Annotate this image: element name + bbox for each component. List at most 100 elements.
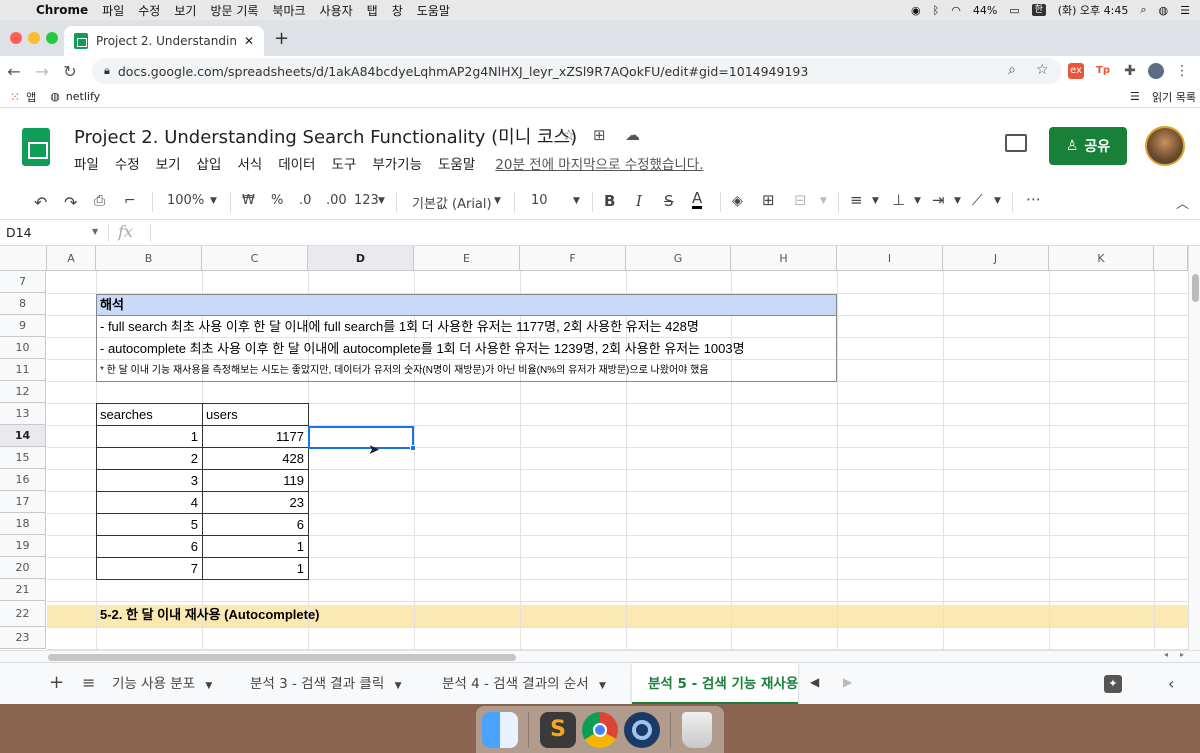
- table-header-searches[interactable]: searches: [97, 404, 201, 425]
- scroll-tabs-left-icon[interactable]: ◀: [810, 675, 819, 689]
- table-cell-searches[interactable]: 7: [97, 558, 201, 579]
- add-sheet-icon[interactable]: +: [49, 672, 64, 693]
- account-avatar[interactable]: [1145, 126, 1185, 166]
- horizontal-align-icon[interactable]: ≡: [850, 191, 863, 209]
- extension-ex-icon[interactable]: ex: [1068, 63, 1084, 79]
- quicktime-icon[interactable]: [624, 712, 660, 748]
- docs-menu-tools[interactable]: 도구: [331, 153, 356, 173]
- docs-menu-help[interactable]: 도움말: [438, 153, 475, 173]
- row-header-21[interactable]: 21: [0, 579, 46, 601]
- trash-icon[interactable]: [682, 712, 712, 748]
- column-header-h[interactable]: H: [731, 246, 837, 271]
- table-cell-users[interactable]: 1177: [203, 426, 307, 447]
- input-method-indicator[interactable]: 한: [1031, 4, 1046, 16]
- table-cell-searches[interactable]: 3: [97, 470, 201, 491]
- zoom-dropdown-icon[interactable]: ▼: [210, 196, 217, 206]
- extensions-puzzle-icon[interactable]: ✚: [1122, 63, 1138, 79]
- column-header-b[interactable]: B: [96, 246, 202, 271]
- omnibox[interactable]: 🔒︎ docs.google.com/spreadsheets/d/1akA84…: [92, 58, 1062, 84]
- comment-history-icon[interactable]: [1005, 134, 1027, 152]
- all-sheets-icon[interactable]: ≡: [82, 673, 95, 692]
- row-header-22[interactable]: 22: [0, 601, 46, 627]
- chrome-icon[interactable]: [582, 712, 618, 748]
- bold-button[interactable]: B: [604, 192, 615, 210]
- paint-format-icon[interactable]: ⌐: [124, 193, 136, 209]
- back-button[interactable]: ←: [0, 62, 28, 81]
- forward-button[interactable]: →: [28, 62, 56, 81]
- select-all-corner[interactable]: [0, 246, 47, 271]
- menu-view[interactable]: 보기: [174, 2, 196, 19]
- profile-avatar[interactable]: [1148, 63, 1164, 79]
- table-cell-searches[interactable]: 1: [97, 426, 201, 447]
- italic-button[interactable]: I: [636, 192, 642, 210]
- table-cell-users[interactable]: 1: [203, 536, 307, 557]
- reading-list-icon[interactable]: ☰: [1130, 90, 1140, 103]
- row-header-18[interactable]: 18: [0, 513, 46, 535]
- row-header-17[interactable]: 17: [0, 491, 46, 513]
- text-rotation-dropdown-icon[interactable]: ▼: [994, 196, 1001, 206]
- close-tab-icon[interactable]: ✕: [244, 34, 254, 48]
- row-header-13[interactable]: 13: [0, 403, 46, 425]
- sheet-tab-dropdown-icon[interactable]: ▼: [599, 681, 606, 691]
- star-icon[interactable]: ☆: [562, 126, 575, 144]
- new-tab-button[interactable]: +: [274, 28, 289, 49]
- note-line-2[interactable]: - autocomplete 최초 사용 이후 한 달 이내에 autocomp…: [97, 338, 835, 359]
- finder-icon[interactable]: [482, 712, 518, 748]
- record-icon[interactable]: ◉: [911, 4, 921, 17]
- redo-icon[interactable]: ↷: [64, 193, 77, 212]
- row-header-11[interactable]: 11: [0, 359, 46, 381]
- menu-edit[interactable]: 수정: [138, 2, 160, 19]
- strikethrough-button[interactable]: S: [664, 192, 674, 210]
- text-wrap-dropdown-icon[interactable]: ▼: [954, 196, 961, 206]
- scroll-left-icon[interactable]: ◂: [1164, 650, 1168, 659]
- note-line-3[interactable]: * 한 달 이내 기능 재사용을 측정해보는 시도는 좋았지만, 데이터가 유저…: [97, 360, 835, 381]
- horizontal-align-dropdown-icon[interactable]: ▼: [872, 196, 879, 206]
- column-header-e[interactable]: E: [414, 246, 520, 271]
- docs-menu-edit[interactable]: 수정: [115, 153, 140, 173]
- decrease-decimal-button[interactable]: .0: [299, 193, 311, 208]
- move-folder-icon[interactable]: ⊞: [593, 126, 606, 144]
- column-header-a[interactable]: A: [47, 246, 96, 271]
- siri-icon[interactable]: ◍: [1159, 4, 1169, 17]
- section-title[interactable]: 5-2. 한 달 이내 재사용 (Autocomplete): [97, 604, 323, 625]
- scroll-right-icon[interactable]: ▸: [1180, 650, 1184, 659]
- reading-list[interactable]: 읽기 목록: [1152, 89, 1196, 105]
- document-title[interactable]: Project 2. Understanding Search Function…: [74, 123, 577, 149]
- spreadsheet-grid[interactable]: A B C D E F G H I J K 7 8 9 10 11 12 13 …: [0, 246, 1188, 650]
- increase-decimal-button[interactable]: .00: [326, 193, 347, 208]
- sheet-tab-dropdown-icon[interactable]: ▼: [205, 681, 212, 691]
- extension-tp-icon[interactable]: Tp: [1095, 63, 1111, 79]
- row-header-19[interactable]: 19: [0, 535, 46, 557]
- table-cell-users[interactable]: 428: [203, 448, 307, 469]
- control-center-icon[interactable]: ☰: [1180, 4, 1190, 17]
- menu-tab[interactable]: 탭: [367, 2, 378, 19]
- scroll-tabs-right-icon[interactable]: ▶: [843, 675, 852, 689]
- percent-format-button[interactable]: %: [271, 193, 283, 208]
- spotlight-icon[interactable]: ⌕: [1140, 3, 1146, 17]
- reload-button[interactable]: ↻: [56, 62, 84, 81]
- menu-history[interactable]: 방문 기록: [210, 2, 258, 19]
- table-cell-users[interactable]: 119: [203, 470, 307, 491]
- battery-icon[interactable]: ▭: [1009, 4, 1019, 17]
- share-button[interactable]: ♙ 공유: [1049, 127, 1127, 165]
- vertical-scrollbar[interactable]: [1188, 246, 1200, 650]
- menu-help[interactable]: 도움말: [417, 2, 450, 19]
- horizontal-scrollbar[interactable]: ◂ ▸: [0, 650, 1200, 662]
- font-size-select[interactable]: 10: [531, 193, 548, 208]
- column-header-c[interactable]: C: [202, 246, 308, 271]
- row-header-7[interactable]: 7: [0, 271, 46, 293]
- borders-icon[interactable]: ⊞: [762, 191, 775, 209]
- fill-handle[interactable]: [410, 445, 416, 451]
- row-header-8[interactable]: 8: [0, 293, 46, 315]
- row-header-23[interactable]: 23: [0, 627, 46, 649]
- wifi-icon[interactable]: ◠: [951, 4, 961, 17]
- row-header-15[interactable]: 15: [0, 447, 46, 469]
- sheet-tab[interactable]: 기능 사용 분포 ▼: [112, 663, 212, 705]
- sheets-home-icon[interactable]: [22, 128, 50, 166]
- table-cell-searches[interactable]: 2: [97, 448, 201, 469]
- docs-menu-format[interactable]: 서식: [237, 153, 262, 173]
- table-cell-users[interactable]: 6: [203, 514, 307, 535]
- menu-bookmarks[interactable]: 북마크: [272, 2, 305, 19]
- more-formats-button[interactable]: 123: [354, 193, 379, 208]
- vertical-align-dropdown-icon[interactable]: ▼: [914, 196, 921, 206]
